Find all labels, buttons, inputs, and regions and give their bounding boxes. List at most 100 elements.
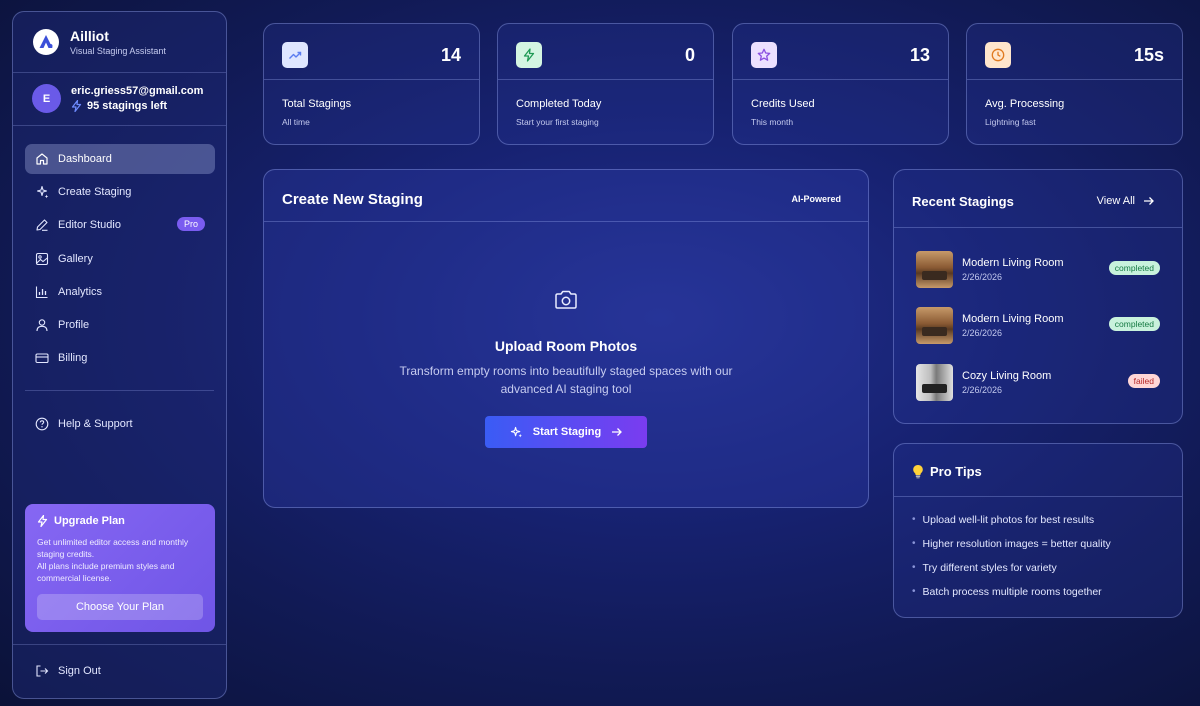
list-item: • Upload well-lit photos for best results [912,514,1095,526]
stat-card-completed-today: 0 Completed Today Start your first stagi… [497,23,714,145]
credits-text: 95 stagings left [87,100,168,112]
divider [13,72,226,73]
tips-list: • Upload well-lit photos for best results… [912,514,1111,610]
stat-value: 13 [909,45,930,65]
room-thumbnail [916,307,953,344]
sidebar-item-label: Create Staging [58,186,132,199]
sidebar-item-dashboard[interactable]: Dashboard [25,144,215,174]
staging-name: Modern Living Room [962,257,1064,269]
sign-out-label: Sign Out [58,665,101,677]
divider [13,644,226,645]
view-all-label: View All [1096,195,1135,207]
divider [894,227,1182,228]
list-item[interactable]: Modern Living Room 2/26/2026 completed [916,307,1162,345]
clock-icon [991,48,1005,62]
staging-name: Modern Living Room [962,313,1064,325]
camera-icon[interactable] [554,289,578,311]
sidebar-item-create-staging[interactable]: Create Staging [25,177,215,207]
tip-text: Try different styles for variety [922,562,1057,574]
user-email: eric.griess57@gmail.com [71,85,204,97]
list-item[interactable]: Modern Living Room 2/26/2026 completed [916,251,1162,289]
divider [264,221,868,222]
sidebar-item-label: Editor Studio [58,219,121,232]
stat-sublabel: Start your first staging [516,117,599,127]
stat-icon-badge [282,42,308,68]
star-icon [757,48,771,61]
stat-sublabel: This month [751,117,794,127]
upload-description: Transform empty rooms into beautifully s… [399,364,733,396]
upgrade-desc-line: All plans include premium styles and com… [37,561,175,583]
avatar: E [32,84,61,113]
sidebar-item-gallery[interactable]: Gallery [25,244,215,274]
start-staging-label: Start Staging [532,426,602,438]
arrow-right-icon [612,428,623,436]
list-item: • Try different styles for variety [912,562,1057,574]
stat-card-total-stagings: 14 Total Stagings All time [263,23,480,145]
tip-text: Higher resolution images = better qualit… [922,538,1111,550]
room-thumbnail [916,251,953,288]
staging-date: 2/26/2026 [962,272,1003,282]
choose-plan-button[interactable]: Choose Your Plan [37,594,203,620]
stat-label: Credits Used [751,98,815,110]
sidebar-item-editor-studio[interactable]: Editor Studio Pro [25,210,215,240]
help-circle-icon [35,417,49,431]
brand[interactable]: Ailliot Visual Staging Assistant [33,28,166,56]
upload-title: Upload Room Photos [494,338,638,354]
start-staging-button[interactable]: Start Staging [485,416,647,448]
arrow-right-icon [1144,197,1154,205]
help-label: Help & Support [58,418,133,430]
trending-up-icon [289,51,302,59]
stat-card-avg-processing: 15s Avg. Processing Lightning fast [966,23,1183,145]
sidebar-item-analytics[interactable]: Analytics [25,277,215,307]
sidebar-item-label: Billing [58,352,88,365]
stat-value: 15s [1133,45,1164,65]
sidebar-item-label: Gallery [58,252,93,265]
sidebar-item-profile[interactable]: Profile [25,310,215,340]
pencil-icon [36,219,48,232]
logout-icon [36,665,49,677]
panel-title: Recent Stagings [912,194,1014,209]
bar-chart-icon [35,286,48,298]
logo-icon [39,35,53,48]
stat-sublabel: All time [282,117,310,127]
status-badge: completed [1108,261,1160,275]
sign-out-button[interactable]: Sign Out [35,664,101,678]
brand-subtitle: Visual Staging Assistant [70,46,166,56]
divider [25,390,214,391]
sparkles-icon [510,426,522,437]
upgrade-title-text: Upgrade Plan [54,515,125,527]
user-icon [36,319,48,331]
panel-title: Pro Tips [912,464,982,479]
divider [13,125,226,126]
staging-date: 2/26/2026 [962,385,1003,395]
stat-label: Avg. Processing [985,98,1065,110]
list-item[interactable]: Cozy Living Room 2/26/2026 failed [916,364,1162,402]
divider [894,496,1182,497]
divider [967,79,1182,80]
sidebar-nav: Dashboard Create Staging Editor Studio P… [25,144,215,376]
recent-stagings-panel: Recent Stagings View All Modern Living R… [893,169,1183,424]
status-badge: failed [1127,374,1160,388]
view-all-link[interactable]: View All [1097,195,1154,207]
panel-title: Create New Staging [282,191,423,208]
credits-remaining: 95 stagings left [71,100,203,112]
stat-card-credits-used: 13 Credits Used This month [732,23,949,145]
sidebar-item-billing[interactable]: Billing [25,343,215,373]
upgrade-title: Upgrade Plan [37,515,203,527]
staging-date: 2/26/2026 [962,328,1003,338]
stat-icon-badge [516,42,542,68]
image-icon [35,252,49,265]
divider [498,79,713,80]
status-badge: completed [1108,317,1160,331]
upgrade-desc-line: Get unlimited editor access and monthly … [37,537,189,559]
lightning-icon [523,48,535,62]
help-support-link[interactable]: Help & Support [35,417,133,431]
user-profile[interactable]: E eric.griess57@gmail.com 95 stagings le… [32,84,203,113]
pro-tips-panel: Pro Tips • Upload well-lit photos for bes… [893,443,1183,618]
ai-powered-badge: AI-Powered [791,194,841,204]
lightning-icon [71,100,82,112]
pro-badge: Pro [176,217,205,232]
stat-label: Completed Today [516,98,602,110]
stat-sublabel: Lightning fast [985,117,1036,127]
staging-name: Cozy Living Room [962,370,1052,382]
